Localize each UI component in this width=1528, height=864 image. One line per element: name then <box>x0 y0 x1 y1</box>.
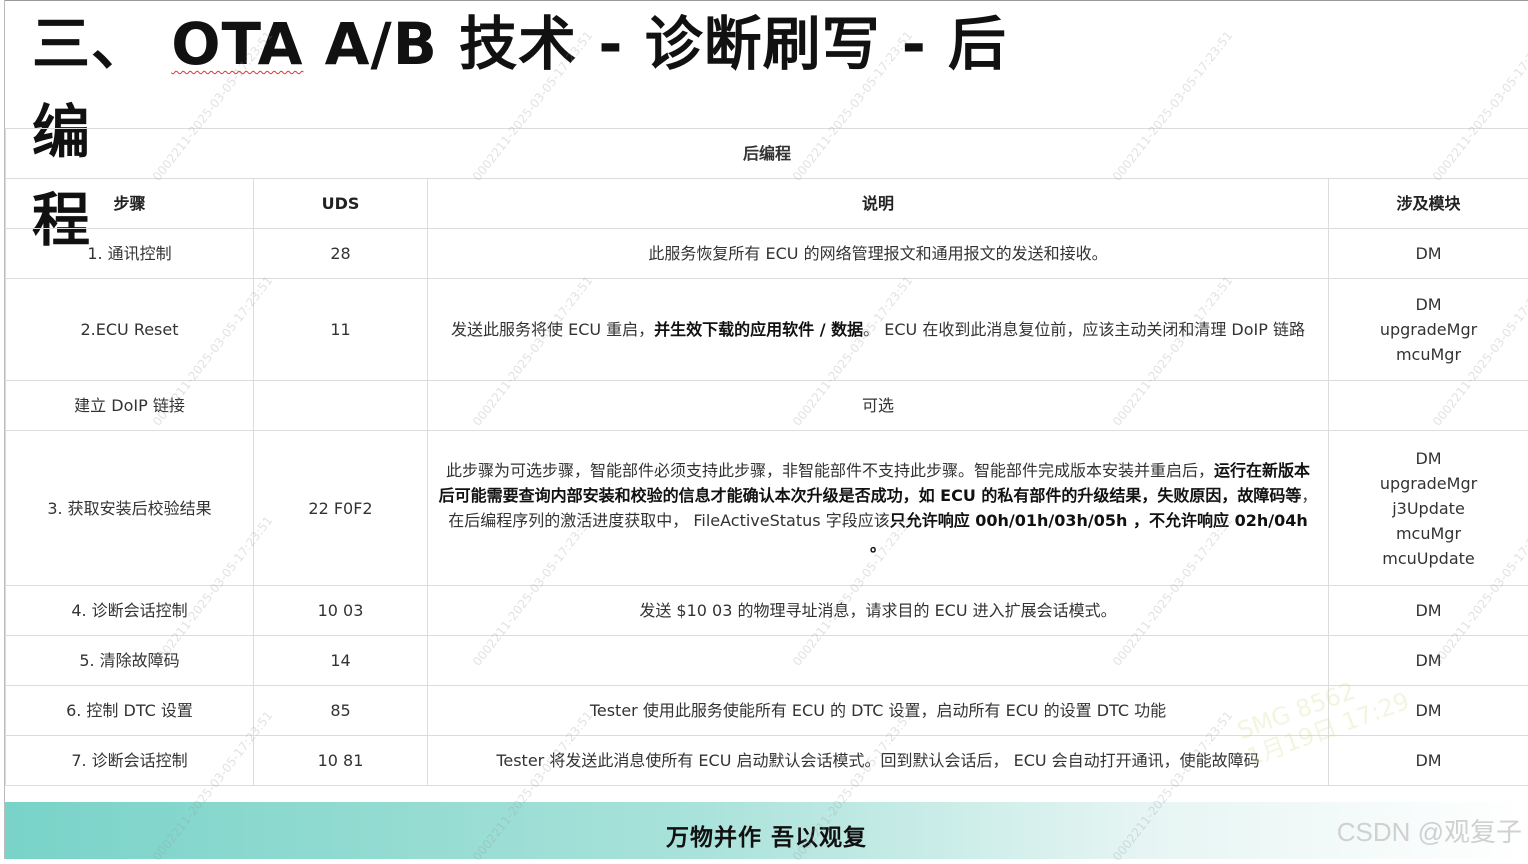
modules-cell: DMupgradeMgrmcuMgr <box>1329 279 1528 381</box>
module-name: DM <box>1339 748 1518 773</box>
modules-cell: DM <box>1329 686 1528 736</box>
module-name: DM <box>1339 446 1518 471</box>
module-name: DM <box>1339 241 1518 266</box>
description-text: 。 ECU 在收到此消息复位前，应该主动关闭和清理 DoIP 链路 <box>863 320 1305 339</box>
modules-cell: DM <box>1329 229 1528 279</box>
description-cell: 发送此服务将使 ECU 重启，并生效下载的应用软件 / 数据。 ECU 在收到此… <box>428 279 1329 381</box>
modules-cell: DM <box>1329 636 1528 686</box>
uds-cell: 14 <box>254 636 428 686</box>
module-name: DM <box>1339 648 1518 673</box>
step-cell: 2.ECU Reset <box>6 279 254 381</box>
modules-cell: DM <box>1329 736 1528 786</box>
table-row: 4. 诊断会话控制10 03 发送 $10 03 的物理寻址消息，请求目的 ECU… <box>6 586 1528 636</box>
description-cell: 发送 $10 03 的物理寻址消息，请求目的 ECU 进入扩展会话模式。 <box>428 586 1329 636</box>
uds-cell: 85 <box>254 686 428 736</box>
step-cell: 7. 诊断会话控制 <box>6 736 254 786</box>
step-cell: 3. 获取安装后校验结果 <box>6 431 254 586</box>
footer-banner: 万物并作 吾以观复 <box>5 802 1528 859</box>
description-text: 此服务恢复所有 ECU 的网络管理报文和通用报文的发送和接收。 <box>648 244 1107 263</box>
module-name: mcuMgr <box>1339 521 1518 546</box>
header-uds: UDS <box>254 179 428 229</box>
description-text: Tester 将发送此消息使所有 ECU 启动默认会话模式。回到默认会话后， E… <box>496 751 1259 770</box>
table-row: 7. 诊断会话控制10 81 Tester 将发送此消息使所有 ECU 启动默认会… <box>6 736 1528 786</box>
description-cell: 此服务恢复所有 ECU 的网络管理报文和通用报文的发送和接收。 <box>428 229 1329 279</box>
header-step: 步骤 <box>6 179 254 229</box>
step-cell: 6. 控制 DTC 设置 <box>6 686 254 736</box>
table-row: 建立 DoIP 链接 可选 <box>6 381 1528 431</box>
title-spellcheck-word: OTA <box>171 10 303 78</box>
step-cell: 4. 诊断会话控制 <box>6 586 254 636</box>
module-name: mcuUpdate <box>1339 546 1518 571</box>
uds-cell: 28 <box>254 229 428 279</box>
header-description: 说明 <box>428 179 1329 229</box>
uds-cell: 10 03 <box>254 586 428 636</box>
uds-cell: 11 <box>254 279 428 381</box>
description-cell: Tester 使用此服务使能所有 ECU 的 DTC 设置，启动所有 ECU 的… <box>428 686 1329 736</box>
csdn-watermark: CSDN @观复子 <box>1337 812 1522 849</box>
description-cell: 可选 <box>428 381 1329 431</box>
header-modules: 涉及模块 <box>1329 179 1528 229</box>
description-text: Tester 使用此服务使能所有 ECU 的 DTC 设置，启动所有 ECU 的… <box>590 701 1166 720</box>
uds-cell: 10 81 <box>254 736 428 786</box>
description-cell: Tester 将发送此消息使所有 ECU 启动默认会话模式。回到默认会话后， E… <box>428 736 1329 786</box>
table-row: 5. 清除故障码14 DM <box>6 636 1528 686</box>
uds-cell <box>254 381 428 431</box>
title-prefix: 三、 <box>32 10 171 78</box>
table-row: 1. 通讯控制28 此服务恢复所有 ECU 的网络管理报文和通用报文的发送和接收。… <box>6 229 1528 279</box>
step-cell: 建立 DoIP 链接 <box>6 381 254 431</box>
table-body: 1. 通讯控制28 此服务恢复所有 ECU 的网络管理报文和通用报文的发送和接收。… <box>6 229 1528 786</box>
table-row: 3. 获取安装后校验结果22 F0F2 此步骤为可选步骤，智能部件必须支持此步骤，… <box>6 431 1528 586</box>
module-name: mcuMgr <box>1339 342 1518 367</box>
description-text: 发送 $10 03 的物理寻址消息，请求目的 ECU 进入扩展会话模式。 <box>639 601 1116 620</box>
modules-cell: DMupgradeMgrj3UpdatemcuMgrmcuUpdate <box>1329 431 1528 586</box>
module-name: DM <box>1339 292 1518 317</box>
module-name: upgradeMgr <box>1339 317 1518 342</box>
modules-cell <box>1329 381 1528 431</box>
table-caption: 后编程 <box>6 129 1528 179</box>
module-name: DM <box>1339 598 1518 623</box>
module-name: j3Update <box>1339 496 1518 521</box>
description-text: 可选 <box>862 396 894 415</box>
description-text: 此步骤为可选步骤，智能部件必须支持此步骤，非智能部件不支持此步骤。智能部件完成版… <box>446 461 1214 480</box>
step-cell: 5. 清除故障码 <box>6 636 254 686</box>
post-programming-table: 后编程 步骤 UDS 说明 涉及模块 1. 通讯控制28 此服务恢复所有 ECU … <box>5 128 1528 786</box>
description-bold-text: 只允许响应 00h/01h/03h/05h ，不允许响应 02h/04h 。 <box>870 511 1308 555</box>
module-name: upgradeMgr <box>1339 471 1518 496</box>
table-row: 6. 控制 DTC 设置85 Tester 使用此服务使能所有 ECU 的 DTC… <box>6 686 1528 736</box>
description-cell: 此步骤为可选步骤，智能部件必须支持此步骤，非智能部件不支持此步骤。智能部件完成版… <box>428 431 1329 586</box>
table-row: 2.ECU Reset11发送此服务将使 ECU 重启，并生效下载的应用软件 /… <box>6 279 1528 381</box>
uds-cell: 22 F0F2 <box>254 431 428 586</box>
modules-cell: DM <box>1329 586 1528 636</box>
description-cell <box>428 636 1329 686</box>
footer-slogan: 万物并作 吾以观复 <box>666 818 867 852</box>
module-name: DM <box>1339 698 1518 723</box>
description-text: 发送此服务将使 ECU 重启， <box>451 320 654 339</box>
step-cell: 1. 通讯控制 <box>6 229 254 279</box>
description-bold-text: 并生效下载的应用软件 / 数据 <box>654 320 863 339</box>
